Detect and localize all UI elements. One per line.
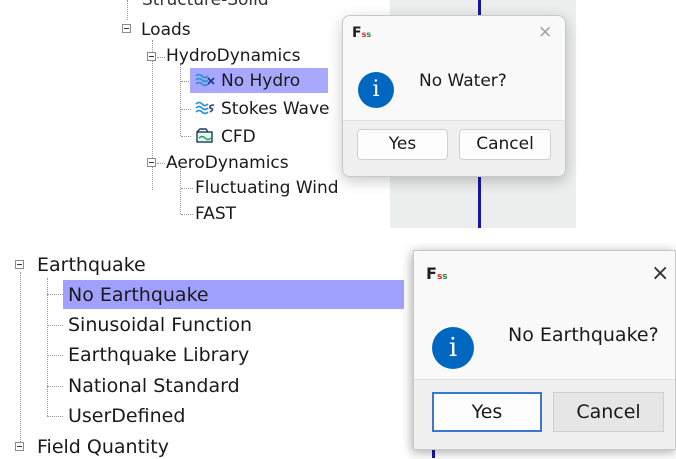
tree-item-label: No Hydro <box>221 71 301 91</box>
tree-line <box>47 294 63 295</box>
app-logo: Fss <box>426 264 448 283</box>
collapse-icon[interactable] <box>15 260 24 269</box>
collapse-icon[interactable] <box>15 442 24 451</box>
tree-line <box>47 325 63 326</box>
dialog-message: No Water? <box>419 71 507 91</box>
close-icon[interactable]: × <box>538 22 552 42</box>
tree-line <box>47 355 63 356</box>
tree-item-label: No Earthquake <box>68 284 209 306</box>
tree-line <box>181 109 191 110</box>
dialog-message: No Earthquake? <box>508 324 659 346</box>
tree-line <box>181 136 191 137</box>
tree-line <box>127 0 128 20</box>
tree-item-aerodynamics[interactable]: AeroDynamics <box>166 152 289 174</box>
tree-line <box>180 168 181 214</box>
tree-item-fluctuating-wind[interactable]: Fluctuating Wind <box>195 177 339 199</box>
no-hydro-icon <box>195 73 215 87</box>
tree-line <box>181 214 193 215</box>
tree-item-structure-solid[interactable]: Structure-Solid <box>142 0 269 11</box>
tree-item-field-quantity[interactable]: Field Quantity <box>37 435 169 459</box>
tree-item-hydrodynamics[interactable]: HydroDynamics <box>166 45 300 67</box>
collapse-icon[interactable] <box>147 52 156 61</box>
confirm-dialog-no-water: Fss × i No Water? Yes Cancel <box>342 15 566 177</box>
stokes-wave-icon <box>195 101 215 115</box>
confirm-dialog-no-earthquake: Fss × i No Earthquake? Yes Cancel <box>413 250 676 450</box>
tree-item-user-defined[interactable]: UserDefined <box>68 404 185 428</box>
tree-item-loads[interactable]: Loads <box>141 19 191 41</box>
collapse-icon[interactable] <box>147 158 156 167</box>
tree-line <box>157 163 165 164</box>
yes-button[interactable]: Yes <box>432 392 542 432</box>
tree-item-national-standard[interactable]: National Standard <box>68 374 240 398</box>
tree-line <box>47 416 63 417</box>
tree-item-cfd[interactable]: CFD <box>221 126 256 148</box>
cfd-icon <box>196 128 213 143</box>
info-icon: i <box>432 327 474 369</box>
cancel-button[interactable]: Cancel <box>553 392 664 432</box>
tree-line <box>181 188 193 189</box>
tree-item-earthquake-library[interactable]: Earthquake Library <box>68 343 249 367</box>
tree-line <box>157 57 165 58</box>
app-logo: Fss <box>352 25 372 41</box>
tree-line <box>152 40 153 190</box>
collapse-icon[interactable] <box>122 24 131 33</box>
tree-item-fast[interactable]: FAST <box>195 203 236 225</box>
tree-item-earthquake[interactable]: Earthquake <box>37 253 146 277</box>
tree-line <box>20 272 21 444</box>
yes-button[interactable]: Yes <box>357 129 448 160</box>
tree-item-stokes-wave[interactable]: Stokes Wave <box>221 98 329 120</box>
info-icon: i <box>358 72 394 108</box>
tree-line <box>47 386 63 387</box>
close-icon[interactable]: × <box>651 261 669 286</box>
tree-line <box>180 64 181 136</box>
tree-line <box>47 278 48 416</box>
cancel-button[interactable]: Cancel <box>459 129 551 160</box>
tree-item-sinusoidal-function[interactable]: Sinusoidal Function <box>68 313 252 337</box>
